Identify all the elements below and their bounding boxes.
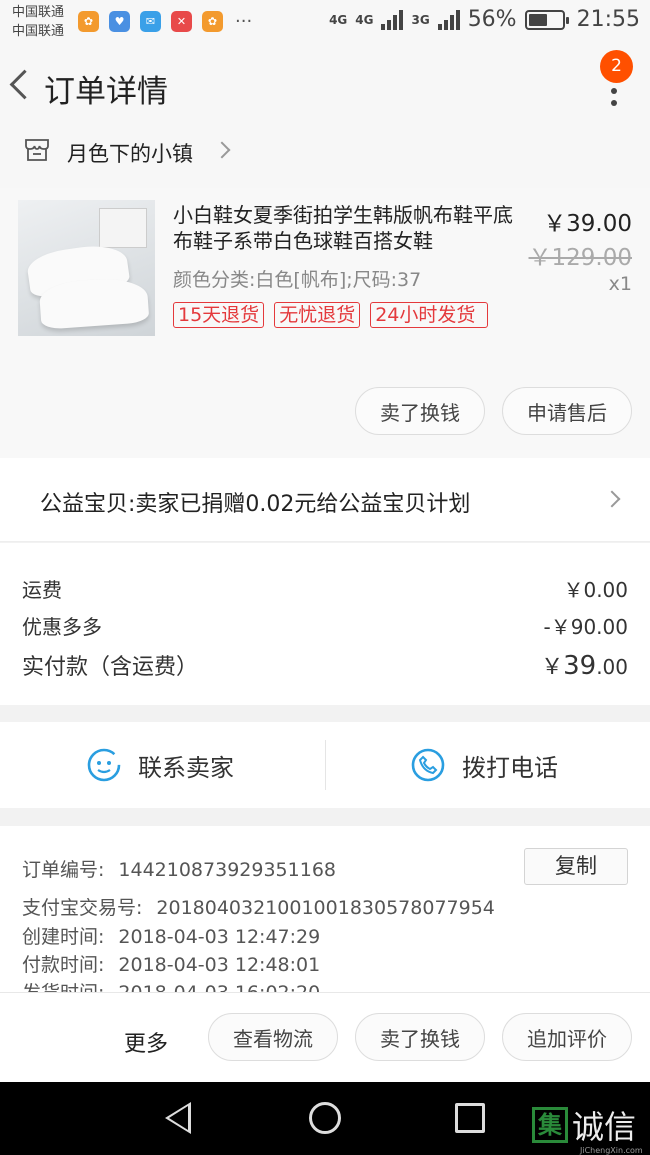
created-label: 创建时间:: [22, 926, 105, 948]
order-number-label: 订单编号:: [22, 859, 105, 881]
more-button[interactable]: 更多: [124, 1026, 168, 1058]
store-icon: [25, 139, 49, 161]
shop-name: 月色下的小镇: [67, 142, 193, 166]
call-label: 拨打电话: [462, 753, 558, 782]
shipped-value: 2018-04-03 16:02:20: [118, 982, 320, 992]
service-tag: 无忧退货: [274, 302, 361, 328]
nav-recents-icon[interactable]: [455, 1103, 485, 1133]
nav-home-icon[interactable]: [309, 1102, 341, 1134]
nav-back-icon[interactable]: [165, 1102, 191, 1134]
overflow-icon: ···: [235, 10, 253, 32]
paid-row: 付款时间: 2018-04-03 12:48:01: [22, 950, 320, 977]
discount-value: -￥90.00: [543, 615, 628, 639]
product-variant: 颜色分类:白色[帆布];尺码:37: [173, 269, 422, 291]
total-currency: ￥: [541, 655, 564, 680]
watermark: 集 诚信: [532, 1102, 636, 1148]
copy-button[interactable]: 复制: [524, 848, 628, 885]
divider: [325, 740, 326, 790]
watermark-logo: 集: [532, 1107, 568, 1143]
back-arrow-icon[interactable]: [6, 64, 36, 108]
notification-badge: 2: [600, 50, 633, 83]
health-icon: ♥: [109, 11, 130, 32]
notification-icons: ✿ ♥ ✉ ✕ ✿ ···: [78, 11, 252, 32]
network-type: 4G: [329, 12, 348, 27]
network-type: 3G: [411, 12, 430, 27]
product-name[interactable]: 小白鞋女夏季街拍学生韩版帆布鞋平底布鞋子系带白色球鞋百搭女鞋: [173, 202, 525, 254]
discount-row: 优惠多多 -￥90.00: [22, 611, 628, 640]
total-integer: 39: [563, 651, 597, 681]
page-title: 订单详情: [44, 74, 168, 110]
charity-text: 公益宝贝:卖家已捐赠0.02元给公益宝贝计划: [40, 492, 471, 517]
paid-value: 2018-04-03 12:48:01: [118, 954, 321, 976]
original-price: ￥129.00: [528, 245, 632, 271]
shop-row[interactable]: 月色下的小镇: [0, 130, 650, 188]
signal-icon: [381, 9, 404, 30]
alipay-row: 支付宝交易号: 2018040321001001830578077954: [22, 893, 495, 920]
network-type: 4G: [355, 12, 374, 27]
chevron-right-icon: [213, 141, 231, 159]
bottom-action-bar: 更多 查看物流 卖了换钱 追加评价: [0, 992, 650, 1082]
uc-browser-icon: ✿: [202, 11, 223, 32]
total-label: 实付款（含运费）: [22, 655, 199, 680]
product-image[interactable]: [18, 200, 155, 336]
battery-icon: [524, 9, 569, 30]
shipping-label: 运费: [22, 578, 62, 602]
paid-label: 付款时间:: [22, 954, 105, 976]
total-decimal: .00: [596, 655, 628, 679]
missed-call-icon: ✕: [171, 11, 192, 32]
shipping-row: 运费 ￥0.00: [22, 574, 628, 603]
clock: 21:55: [576, 7, 640, 32]
carrier-2: 中国联通: [12, 24, 65, 39]
total-row: 实付款（含运费） ￥39.00: [22, 649, 628, 681]
battery-percent: 56%: [467, 7, 517, 32]
alipay-value: 2018040321001001830578077954: [156, 897, 495, 919]
watermark-text: 诚信: [572, 1108, 637, 1146]
alipay-label: 支付宝交易号:: [22, 897, 143, 919]
service-tag: 15天退货: [173, 302, 265, 328]
message-icon: ✉: [140, 11, 161, 32]
created-row: 创建时间: 2018-04-03 12:47:29: [22, 922, 320, 949]
product-price: ￥39.00: [543, 211, 632, 237]
contact-bar: 联系卖家 拨打电话: [0, 722, 650, 808]
sell-exchange-button[interactable]: 卖了换钱: [355, 1013, 485, 1061]
status-bar: 中国联通 中国联通 ✿ ♥ ✉ ✕ ✿ ··· 4G 4G 3G 56% 21:…: [0, 0, 650, 46]
chevron-right-icon: [603, 490, 621, 508]
charity-row[interactable]: 公益宝贝:卖家已捐赠0.02元给公益宝贝计划: [0, 458, 650, 542]
signal-icon: [437, 9, 460, 30]
app-header: 订单详情 2: [0, 46, 650, 130]
carrier-1: 中国联通: [12, 5, 65, 20]
created-value: 2018-04-03 12:47:29: [118, 926, 321, 948]
contact-seller-button[interactable]: 联系卖家: [86, 722, 234, 808]
shipped-label: 发货时间:: [22, 982, 104, 992]
shipped-row: 发货时间: 2018-04-03 16:02:20: [22, 978, 320, 992]
order-info: 订单编号: 144210873929351168 复制 支付宝交易号: 201804…: [0, 826, 650, 992]
system-indicators: 4G 4G 3G 56% 21:55: [329, 7, 640, 32]
uc-browser-icon: ✿: [78, 11, 99, 32]
chat-bubble-icon: [87, 748, 121, 782]
order-number-value: 144210873929351168: [118, 859, 336, 881]
add-review-button[interactable]: 追加评价: [502, 1013, 632, 1061]
service-tags: 15天退货 无忧退货 24小时发货: [173, 302, 489, 328]
order-number-row: 订单编号: 144210873929351168: [22, 855, 336, 882]
contact-seller-label: 联系卖家: [138, 753, 234, 782]
shipping-value: ￥0.00: [563, 578, 628, 602]
after-sale-button[interactable]: 申请售后: [502, 387, 632, 435]
call-button[interactable]: 拨打电话: [410, 722, 558, 808]
discount-label: 优惠多多: [22, 615, 102, 639]
phone-icon: [411, 748, 445, 782]
watermark-url: JiChengXin.com: [580, 1146, 643, 1155]
quantity: x1: [608, 273, 632, 295]
total-value: ￥39.00: [541, 649, 628, 681]
service-tag: 24小时发货: [370, 302, 489, 328]
sell-exchange-button[interactable]: 卖了换钱: [355, 387, 485, 435]
product-card: 小白鞋女夏季街拍学生韩版帆布鞋平底布鞋子系带白色球鞋百搭女鞋 颜色分类:白色[帆…: [0, 188, 650, 458]
view-logistics-button[interactable]: 查看物流: [208, 1013, 338, 1061]
cost-summary: 运费 ￥0.00 优惠多多 -￥90.00 实付款（含运费） ￥39.00: [0, 543, 650, 705]
